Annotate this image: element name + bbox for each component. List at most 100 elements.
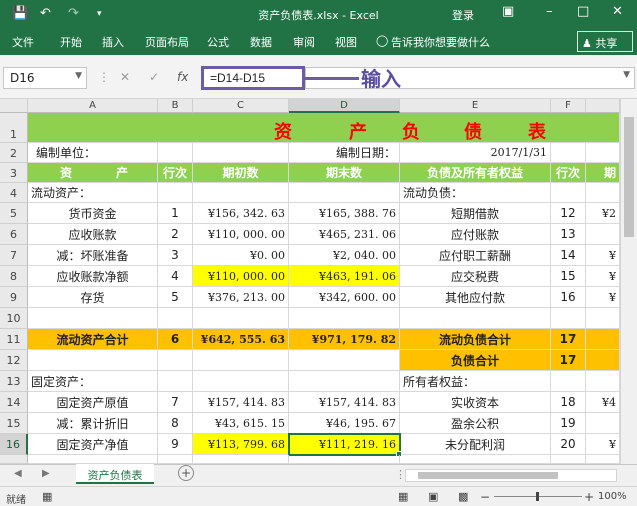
tab-home[interactable]: 开始 (60, 34, 82, 50)
total-current-liab-label[interactable]: 流动负债合计 (400, 329, 551, 350)
cell[interactable] (551, 143, 586, 163)
line-no-cell[interactable]: 16 (551, 287, 586, 308)
row-header[interactable]: 5 (0, 203, 28, 224)
tab-formulas[interactable]: 公式 (207, 34, 229, 50)
section-current-assets[interactable]: 流动资产： (28, 183, 158, 203)
row-header[interactable]: 11 (0, 329, 28, 350)
scroll-right-icon[interactable]: ▶ (42, 468, 50, 479)
tail-cell[interactable]: ¥2 (586, 203, 620, 224)
tail-cell[interactable]: ¥ (586, 266, 620, 287)
cell[interactable] (193, 455, 289, 464)
line-no-cell[interactable]: 1 (158, 203, 193, 224)
total-closing-cell[interactable]: ¥971, 179. 82 (289, 329, 400, 350)
line-no-cell[interactable]: 7 (158, 392, 193, 413)
asset-name-cell[interactable]: 减：累计折旧 (28, 413, 158, 434)
line-no-cell[interactable]: 6 (158, 329, 193, 350)
cell[interactable] (400, 308, 551, 329)
liab-name-cell[interactable]: 短期借款 (400, 203, 551, 224)
scroll-thumb[interactable] (624, 117, 634, 237)
closing-cell[interactable]: ¥46, 195. 67 (289, 413, 400, 434)
cell[interactable] (586, 455, 620, 464)
liab-name-cell[interactable]: 应交税费 (400, 266, 551, 287)
login-button[interactable]: 登录 (452, 7, 474, 23)
cell[interactable] (586, 308, 620, 329)
tab-view[interactable]: 视图 (335, 34, 357, 50)
line-no-cell[interactable]: 14 (551, 245, 586, 266)
cell[interactable] (551, 308, 586, 329)
formula-input[interactable]: =D14-D15 (201, 66, 305, 90)
cell[interactable] (289, 350, 400, 371)
cell[interactable] (158, 455, 193, 464)
row-header[interactable] (0, 455, 28, 464)
column-header[interactable]: A (28, 99, 158, 113)
cancel-icon[interactable]: ✕ (120, 70, 130, 84)
zoom-slider-thumb[interactable] (536, 492, 539, 501)
closing-cell[interactable]: ¥2, 040. 00 (289, 245, 400, 266)
total-liab-label[interactable]: 负债合计 (400, 350, 551, 371)
total-opening-cell[interactable]: ¥642, 555. 63 (193, 329, 289, 350)
cell[interactable] (289, 455, 400, 464)
column-header[interactable]: E (400, 99, 551, 113)
select-all-corner[interactable] (0, 99, 28, 113)
opening-cell[interactable]: ¥0. 00 (193, 245, 289, 266)
cell[interactable] (158, 350, 193, 371)
zoom-out-button[interactable]: − (480, 490, 490, 504)
asset-name-cell[interactable]: 应收账款 (28, 224, 158, 245)
expand-formula-bar-icon[interactable]: ▼ (623, 70, 630, 80)
column-header[interactable]: B (158, 99, 193, 113)
cell[interactable] (586, 183, 620, 203)
line-no-cell[interactable]: 15 (551, 266, 586, 287)
header-opening[interactable]: 期初数 (193, 163, 289, 183)
row-header[interactable]: 8 (0, 266, 28, 287)
line-no-cell[interactable]: 13 (551, 224, 586, 245)
tail-cell[interactable] (586, 224, 620, 245)
scroll-left-icon[interactable]: ◀ (14, 468, 22, 479)
opening-cell[interactable]: ¥110, 000. 00 (193, 224, 289, 245)
header-liabilities[interactable]: 负债及所有者权益 (400, 163, 551, 183)
zoom-in-button[interactable]: + (584, 490, 594, 504)
line-no-cell[interactable]: 17 (551, 329, 586, 350)
cell[interactable] (28, 455, 158, 464)
opening-cell[interactable]: ¥113, 799. 68 (193, 434, 289, 455)
header-line-no[interactable]: 行次 (158, 163, 193, 183)
header-line-no-2[interactable]: 行次 (551, 163, 586, 183)
closing-cell[interactable]: ¥463, 191. 06 (289, 266, 400, 287)
row-header[interactable]: 15 (0, 413, 28, 434)
header-tail[interactable]: 期 (586, 163, 620, 183)
cell[interactable] (193, 183, 289, 203)
insert-function-button[interactable]: fx (177, 70, 188, 84)
line-no-cell[interactable]: 3 (158, 245, 193, 266)
row-header[interactable]: 13 (0, 371, 28, 392)
asset-name-cell[interactable]: 减：坏账准备 (28, 245, 158, 266)
row-header[interactable]: 6 (0, 224, 28, 245)
row-header[interactable]: 1 (0, 113, 28, 143)
enter-icon[interactable]: ✓ (149, 70, 159, 84)
liab-name-cell[interactable]: 未分配利润 (400, 434, 551, 455)
ribbon-display-icon[interactable]: ▣ (502, 4, 514, 19)
cell[interactable] (193, 350, 289, 371)
scroll-thumb[interactable] (418, 472, 558, 479)
tab-review[interactable]: 审阅 (293, 34, 315, 50)
tail-cell[interactable]: ¥4 (586, 392, 620, 413)
zoom-level[interactable]: 100% (598, 491, 627, 502)
share-button[interactable]: ♟ 共享 (577, 31, 633, 52)
row-header[interactable]: 7 (0, 245, 28, 266)
asset-name-cell[interactable]: 固定资产原值 (28, 392, 158, 413)
opening-cell[interactable]: ¥110, 000. 00 (193, 266, 289, 287)
zoom-slider[interactable] (494, 492, 582, 501)
tab-data[interactable]: 数据 (250, 34, 272, 50)
cell[interactable] (586, 143, 620, 163)
opening-cell[interactable]: ¥157, 414. 83 (193, 392, 289, 413)
add-sheet-button[interactable]: + (178, 465, 194, 481)
sheet-title-cell[interactable]: 资 产 负 债 表 (28, 113, 620, 143)
line-no-cell[interactable]: 17 (551, 350, 586, 371)
line-no-cell[interactable]: 4 (158, 266, 193, 287)
chevron-down-icon[interactable]: ▼ (75, 71, 82, 81)
closing-cell[interactable]: ¥157, 414. 83 (289, 392, 400, 413)
liab-name-cell[interactable]: 其他应付款 (400, 287, 551, 308)
tab-page-layout[interactable]: 页面布局 (145, 34, 189, 50)
page-break-view-icon[interactable]: ▩ (458, 490, 468, 503)
section-current-liab[interactable]: 流动负债： (400, 183, 551, 203)
cell[interactable] (158, 371, 193, 392)
page-layout-view-icon[interactable]: ▣ (428, 490, 438, 503)
